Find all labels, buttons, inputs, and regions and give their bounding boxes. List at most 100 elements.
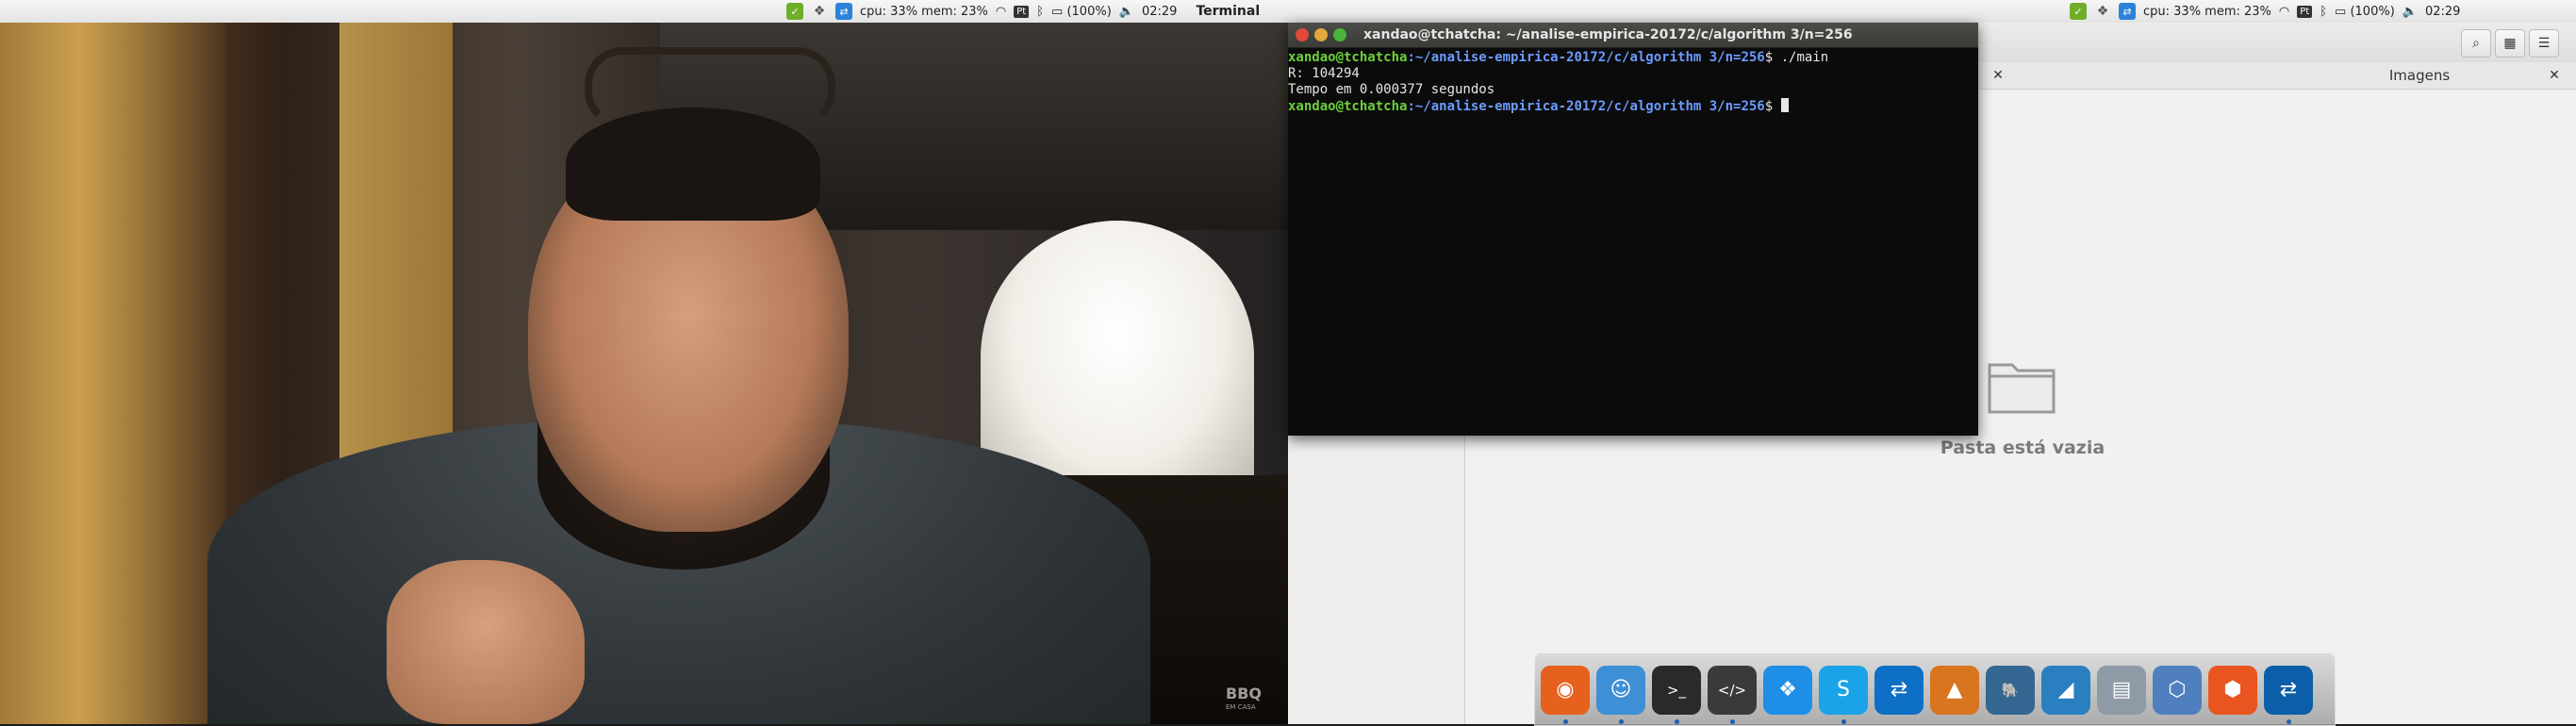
terminal-titlebar[interactable]: xandao@tchatcha: ~/analise-empirica-2017…	[1288, 23, 1978, 48]
minimize-window-button[interactable]	[1314, 28, 1328, 41]
terminal-cursor	[1780, 98, 1789, 112]
wifi-icon[interactable]: ◠	[996, 5, 1006, 19]
active-app-name: Terminal	[1196, 4, 1261, 19]
maximize-window-button[interactable]	[1333, 28, 1346, 41]
cpu-mem-indicator[interactable]: cpu: 33% mem: 23%	[860, 5, 988, 19]
teamviewer-tray-icon[interactable]: ⇄	[835, 3, 852, 20]
dock: ◉ ☺ >_ </> ❖ S ⇄ ▲ 🐘 ◢ ▤ ⬡ ⬢ ⇄	[1534, 653, 2336, 726]
finder-icon: ☺	[1610, 678, 1632, 701]
keyboard-layout-indicator[interactable]: Pt	[2297, 5, 2313, 18]
teamviewer-tray-icon[interactable]: ⇄	[2119, 3, 2136, 20]
firefox-icon: ◉	[1556, 678, 1575, 701]
empty-folder-icon	[1988, 363, 2056, 414]
volume-icon[interactable]: 🔈	[2403, 5, 2418, 19]
mysql-workbench-launcher[interactable]: ◢	[2041, 665, 2090, 715]
terminal-title: xandao@tchatcha: ~/analise-empirica-2017…	[1363, 27, 1853, 42]
keyboard-layout-indicator[interactable]: Pt	[1014, 5, 1030, 18]
wifi-icon[interactable]: ◠	[2279, 5, 2289, 19]
code-editor-icon: </>	[1717, 681, 1747, 699]
prompt-user: xandao@tchatcha	[1288, 99, 1408, 114]
close-icon: ✕	[1992, 68, 2004, 83]
running-indicator	[1563, 718, 1568, 724]
prompt-path: :~/analise-empirica-20172/c/algorithm 3/…	[1407, 50, 1765, 65]
system-tray-right: ✓ ❖ ⇄ cpu: 33% mem: 23% ◠ Pt ᛒ ▭ (100%) …	[2070, 0, 2468, 23]
scanner-icon: ▤	[2111, 678, 2132, 701]
prompt-suffix: $	[1764, 99, 1781, 114]
dropbox-tray-icon[interactable]: ❖	[811, 3, 828, 20]
terminal-window[interactable]: xandao@tchatcha: ~/analise-empirica-2017…	[1288, 23, 1978, 436]
virtualbox-launcher[interactable]: ⬡	[2153, 665, 2202, 715]
terminal-line: R: 104294	[1288, 66, 1360, 81]
battery-icon: ▭	[1051, 4, 1064, 19]
ubuntu-software-icon: ⬢	[2223, 678, 2242, 701]
video-wall	[0, 23, 226, 724]
teamviewer-icon: ⇄	[1890, 678, 1908, 701]
top-panel-right: ✓ ❖ ⇄ cpu: 33% mem: 23% ◠ Pt ᛒ ▭ (100%) …	[1288, 0, 2576, 24]
search-button[interactable]: ⌕	[2461, 29, 2491, 58]
bluetooth-icon[interactable]: ᛒ	[1036, 5, 1044, 19]
dropbox-tray-icon[interactable]: ❖	[2094, 3, 2111, 20]
view-toggle-button[interactable]: ▦	[2495, 29, 2525, 58]
finder-launcher[interactable]: ☺	[1596, 665, 1645, 724]
tab-imagens[interactable]: Imagens	[2231, 67, 2576, 84]
battery-icon: ▭	[2335, 4, 2347, 19]
battery-label: (100%)	[1066, 4, 1112, 19]
update-icon[interactable]: ✓	[786, 3, 803, 20]
dropbox-icon: ❖	[1778, 678, 1797, 701]
postgres-launcher[interactable]: 🐘	[1986, 665, 2035, 715]
close-window-button[interactable]	[1296, 28, 1309, 41]
empty-folder-label: Pasta está vazia	[1940, 437, 2105, 458]
clock[interactable]: 02:29	[2425, 5, 2460, 19]
menu-button[interactable]: ☰	[2529, 29, 2559, 58]
battery-indicator[interactable]: ▭ (100%)	[2335, 5, 2395, 19]
terminal-command: ./main	[1780, 50, 1829, 65]
mysql-workbench-icon: ◢	[2057, 678, 2074, 701]
update-icon[interactable]: ✓	[2070, 3, 2087, 20]
battery-label: (100%)	[2350, 4, 2395, 19]
battery-indicator[interactable]: ▭ (100%)	[1051, 5, 1112, 19]
teamviewer-launcher[interactable]: ⇄	[1874, 665, 1924, 715]
video-watermark-logo: BBQ EM CASA	[1226, 686, 1262, 714]
firefox-launcher[interactable]: ◉	[1541, 665, 1590, 724]
running-indicator	[1675, 718, 1679, 724]
bluetooth-icon[interactable]: ᛒ	[2320, 5, 2327, 19]
running-indicator	[1841, 718, 1846, 724]
ubuntu-software-launcher[interactable]: ⬢	[2208, 665, 2257, 715]
postgres-icon: 🐘	[2001, 681, 2020, 699]
video-sunglasses	[585, 47, 835, 128]
dropbox-launcher[interactable]: ❖	[1763, 665, 1812, 715]
scanner-launcher[interactable]: ▤	[2097, 665, 2146, 715]
terminal-line: xandao@tchatcha:~/analise-empirica-20172…	[1288, 98, 1978, 115]
tab-close-button[interactable]: ✕	[2546, 67, 2563, 84]
top-panel-left: ✓ ❖ ⇄ cpu: 33% mem: 23% ◠ Pt ᛒ ▭ (100%) …	[0, 0, 1288, 24]
terminal-launcher[interactable]: >_	[1652, 665, 1701, 724]
terminal-line: xandao@tchatcha:~/analise-empirica-20172…	[1288, 50, 1978, 66]
teamviewer-alt-launcher[interactable]: ⇄	[2264, 665, 2313, 724]
matlab-icon: ▲	[1946, 678, 1963, 701]
running-indicator	[2287, 718, 2291, 724]
clock[interactable]: 02:29	[1142, 5, 1177, 19]
watermark-bottom: EM CASA	[1226, 703, 1256, 711]
skype-launcher[interactable]: S	[1819, 665, 1868, 724]
teamviewer-alt-icon: ⇄	[2279, 678, 2298, 701]
terminal-line: Tempo em 0.000377 segundos	[1288, 82, 1495, 97]
prompt-suffix: $	[1764, 50, 1781, 65]
video-person-hand	[387, 560, 585, 724]
grid-icon: ▦	[2503, 36, 2517, 51]
search-icon: ⌕	[2472, 36, 2480, 51]
running-indicator	[1730, 718, 1735, 724]
terminal-output[interactable]: xandao@tchatcha:~/analise-empirica-20172…	[1288, 48, 1978, 115]
system-tray-left: ✓ ❖ ⇄ cpu: 33% mem: 23% ◠ Pt ᛒ ▭ (100%) …	[786, 0, 1260, 23]
cpu-mem-indicator[interactable]: cpu: 33% mem: 23%	[2143, 5, 2271, 19]
close-icon: ✕	[2549, 68, 2560, 83]
prompt-user: xandao@tchatcha	[1288, 50, 1408, 65]
prompt-path: :~/analise-empirica-20172/c/algorithm 3/…	[1407, 99, 1765, 114]
tab-close-button[interactable]: ✕	[1990, 67, 2006, 84]
code-editor-launcher[interactable]: </>	[1708, 665, 1757, 724]
virtualbox-icon: ⬡	[2168, 678, 2187, 701]
matlab-launcher[interactable]: ▲	[1930, 665, 1979, 715]
running-indicator	[1619, 718, 1624, 724]
video-frame: BBQ EM CASA	[0, 23, 1288, 724]
volume-icon[interactable]: 🔈	[1119, 5, 1134, 19]
terminal-icon: >_	[1666, 681, 1687, 699]
